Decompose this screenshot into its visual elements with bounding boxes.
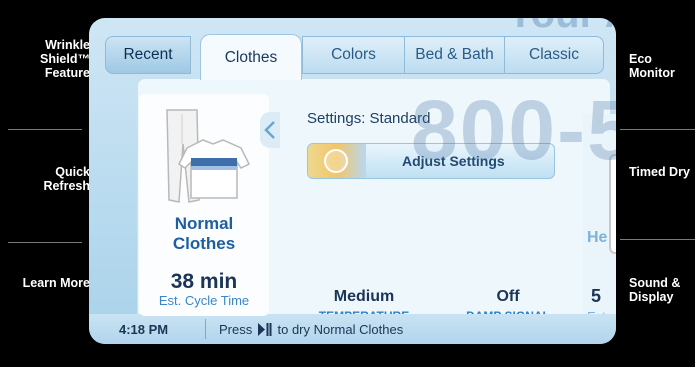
wrinkle-shield-button[interactable]: Wrinkle Shield™ Feature: [10, 38, 90, 80]
watermark-top-text: Your Ap: [507, 18, 616, 37]
play-pause-icon: [257, 323, 272, 339]
tab-label: Clothes: [224, 48, 278, 66]
next-cycle-time: 5: [591, 286, 602, 306]
tab-label: Colors: [331, 46, 376, 63]
previous-cycle-arrow[interactable]: [260, 112, 280, 148]
chevron-left-icon: [264, 121, 275, 139]
tab-clothes[interactable]: Clothes: [200, 34, 302, 80]
dryer-control-display: Wrinkle Shield™ Feature Quick Refresh Le…: [0, 0, 695, 367]
cycle-time-value: 38 min: [170, 270, 238, 293]
dial-icon: [324, 149, 348, 173]
cycle-time-label: Est. Cycle Time: [158, 293, 250, 308]
sound-display-label: Sound & Display: [629, 276, 681, 304]
status-message-suffix: to dry Normal Clothes: [277, 322, 404, 337]
watermark-main-text: 800-57: [411, 83, 616, 177]
quick-refresh-label: Quick Refresh: [43, 165, 90, 193]
tab-recent[interactable]: Recent: [105, 36, 191, 74]
quick-refresh-button[interactable]: Quick Refresh: [10, 165, 90, 193]
tab-bed-and-bath[interactable]: Bed & Bath: [404, 36, 504, 74]
learn-more-label: Learn More: [22, 276, 90, 290]
adjust-settings-swatch: [308, 144, 366, 178]
selected-cycle-card[interactable]: Normal Clothes 38 min Est. Cycle Time: [139, 94, 269, 316]
touch-screen: Your Ap Recent Colors Bed & Bath Classic…: [89, 18, 616, 344]
tab-colors[interactable]: Colors: [302, 36, 404, 74]
next-cycle-name: He: [587, 229, 608, 246]
divider: [8, 242, 82, 243]
tab-label: Bed & Bath: [415, 46, 494, 63]
tab-label: Recent: [123, 46, 173, 63]
wrinkle-shield-label: Wrinkle Shield™ Feature: [39, 38, 90, 80]
learn-more-button[interactable]: Learn More: [10, 276, 90, 290]
status-message: Press to dry Normal Clothes: [219, 322, 403, 339]
damp-signal-value[interactable]: Off: [453, 288, 563, 306]
status-message-prefix: Press: [219, 322, 253, 337]
timed-dry-label: Timed Dry: [629, 165, 690, 179]
eco-monitor-label: Eco Monitor: [629, 52, 675, 80]
temperature-value[interactable]: Medium: [309, 288, 419, 306]
divider: [8, 129, 82, 130]
timed-dry-button[interactable]: Timed Dry: [629, 165, 695, 179]
cycle-name-line2: Clothes: [172, 234, 236, 253]
cycle-name-line1: Normal: [174, 214, 234, 233]
status-divider: [205, 319, 206, 339]
sound-display-button[interactable]: Sound & Display: [629, 276, 695, 304]
divider: [620, 239, 695, 240]
clock: 4:18 PM: [119, 322, 169, 337]
clothes-icon: [166, 109, 251, 203]
tab-classic[interactable]: Classic: [504, 36, 604, 74]
divider: [620, 129, 695, 130]
eco-monitor-button[interactable]: Eco Monitor: [629, 52, 695, 80]
tab-label: Classic: [529, 46, 579, 63]
status-bar: 4:18 PM Press to dry Normal Clothes: [89, 314, 616, 344]
